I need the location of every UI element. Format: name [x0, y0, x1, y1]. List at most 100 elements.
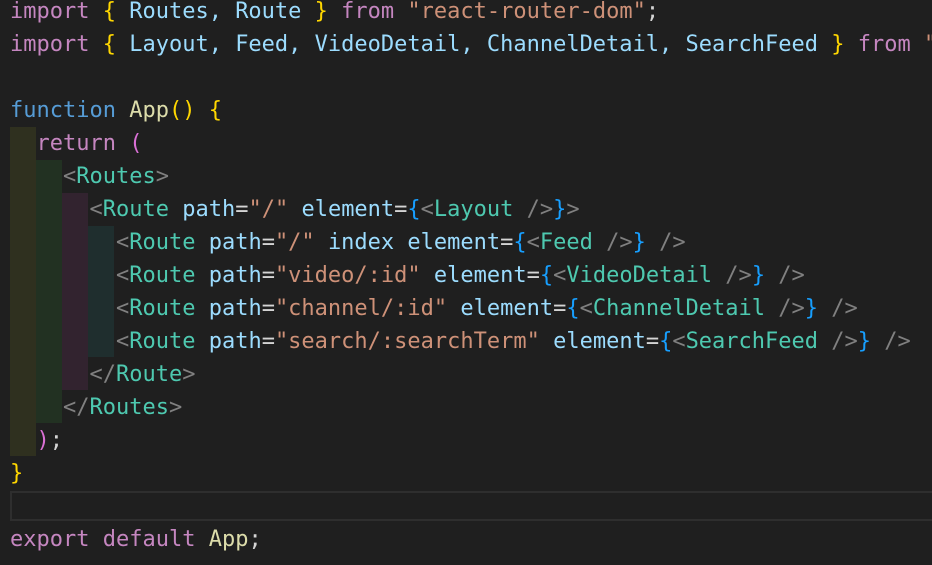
code-token: import [10, 32, 90, 57]
code-token: = [394, 197, 408, 222]
code-token: /> [765, 263, 805, 288]
code-token: Route [102, 197, 169, 222]
code-token: Feed [539, 230, 593, 255]
code-token: path [208, 329, 262, 354]
code-token: Routes [89, 395, 169, 420]
code-token: } [632, 230, 646, 255]
code-token: = [645, 329, 660, 354]
code-token: "react-router-dom" [407, 0, 646, 24]
code-line[interactable]: <Routes> [10, 160, 169, 193]
code-token: < [420, 197, 434, 222]
code-token: </ [62, 395, 90, 420]
code-token: { [513, 230, 527, 255]
code-token: ChannelDetail [592, 296, 766, 321]
code-token: /> [592, 230, 633, 255]
code-token: path [208, 263, 262, 288]
code-token: = [235, 197, 249, 222]
code-token: /> [712, 263, 752, 288]
code-token: { [208, 98, 222, 123]
code-token: element [460, 296, 554, 321]
code-line[interactable]: import { Routes, Route } from "react-rou… [10, 0, 659, 28]
code-token: () [168, 98, 196, 123]
code-token: Routes [76, 164, 156, 189]
code-token: { [407, 197, 421, 222]
code-line[interactable]: <Route path="search/:searchTerm" element… [10, 325, 911, 358]
code-token: > [155, 164, 169, 189]
code-line[interactable]: <Route path="/" element={<Layout />}> [10, 193, 580, 226]
code-token: </ [89, 362, 116, 387]
code-line[interactable]: ); [10, 424, 64, 457]
code-token: /> [818, 296, 858, 321]
code-token: { [102, 0, 116, 24]
code-line[interactable]: import { Layout, Feed, VideoDetail, Chan… [10, 28, 932, 61]
code-token: < [62, 164, 77, 189]
code-token: "channel/:id" [274, 296, 448, 321]
code-token: "video/:id" [274, 263, 421, 288]
code-line[interactable]: return ( [10, 127, 143, 160]
code-token: element [407, 230, 501, 255]
code-token: < [672, 329, 686, 354]
code-token: Route [129, 296, 196, 321]
code-token: " [911, 32, 932, 57]
code-line[interactable]: <Route path="channel/:id" element={<Chan… [10, 292, 858, 325]
code-token: > [566, 197, 580, 222]
code-token: Route [115, 362, 183, 387]
code-token: < [115, 230, 130, 255]
code-editor[interactable]: import { Routes, Route } from "react-rou… [0, 0, 932, 565]
code-token: < [115, 329, 130, 354]
code-line[interactable]: export default App; [10, 523, 262, 556]
code-token: /> [818, 329, 858, 354]
code-token: from [857, 32, 911, 57]
code-token: = [261, 230, 275, 255]
code-token: < [579, 296, 593, 321]
code-token: import [10, 0, 90, 24]
code-token: element [301, 197, 395, 222]
code-token: ; [645, 0, 660, 24]
code-token: from [341, 0, 395, 24]
code-line[interactable]: function App() { [10, 94, 222, 127]
code-token: SearchFeed [685, 329, 819, 354]
code-token: index [327, 230, 395, 255]
code-token: = [526, 263, 540, 288]
code-token: < [526, 230, 540, 255]
code-line[interactable]: } [10, 457, 23, 490]
code-token: < [115, 296, 130, 321]
code-token: { [102, 32, 116, 57]
code-token: App [208, 527, 249, 552]
code-token: ( [129, 131, 143, 156]
code-token: = [261, 296, 275, 321]
code-line[interactable]: <Route path="/" index element={<Feed />}… [10, 226, 686, 259]
code-token: { [539, 263, 554, 288]
code-token: } [804, 296, 819, 321]
code-token: Layout [433, 197, 514, 222]
code-token: > [168, 395, 183, 420]
code-line[interactable]: </Route> [10, 358, 195, 391]
code-token: Route [129, 329, 196, 354]
code-line[interactable]: <Route path="video/:id" element={<VideoD… [10, 259, 805, 292]
code-token: ; [49, 428, 63, 453]
code-token: ; [248, 527, 262, 552]
code-line[interactable]: </Routes> [10, 391, 182, 424]
code-token: "/" [274, 230, 315, 255]
code-token: } [857, 329, 872, 354]
